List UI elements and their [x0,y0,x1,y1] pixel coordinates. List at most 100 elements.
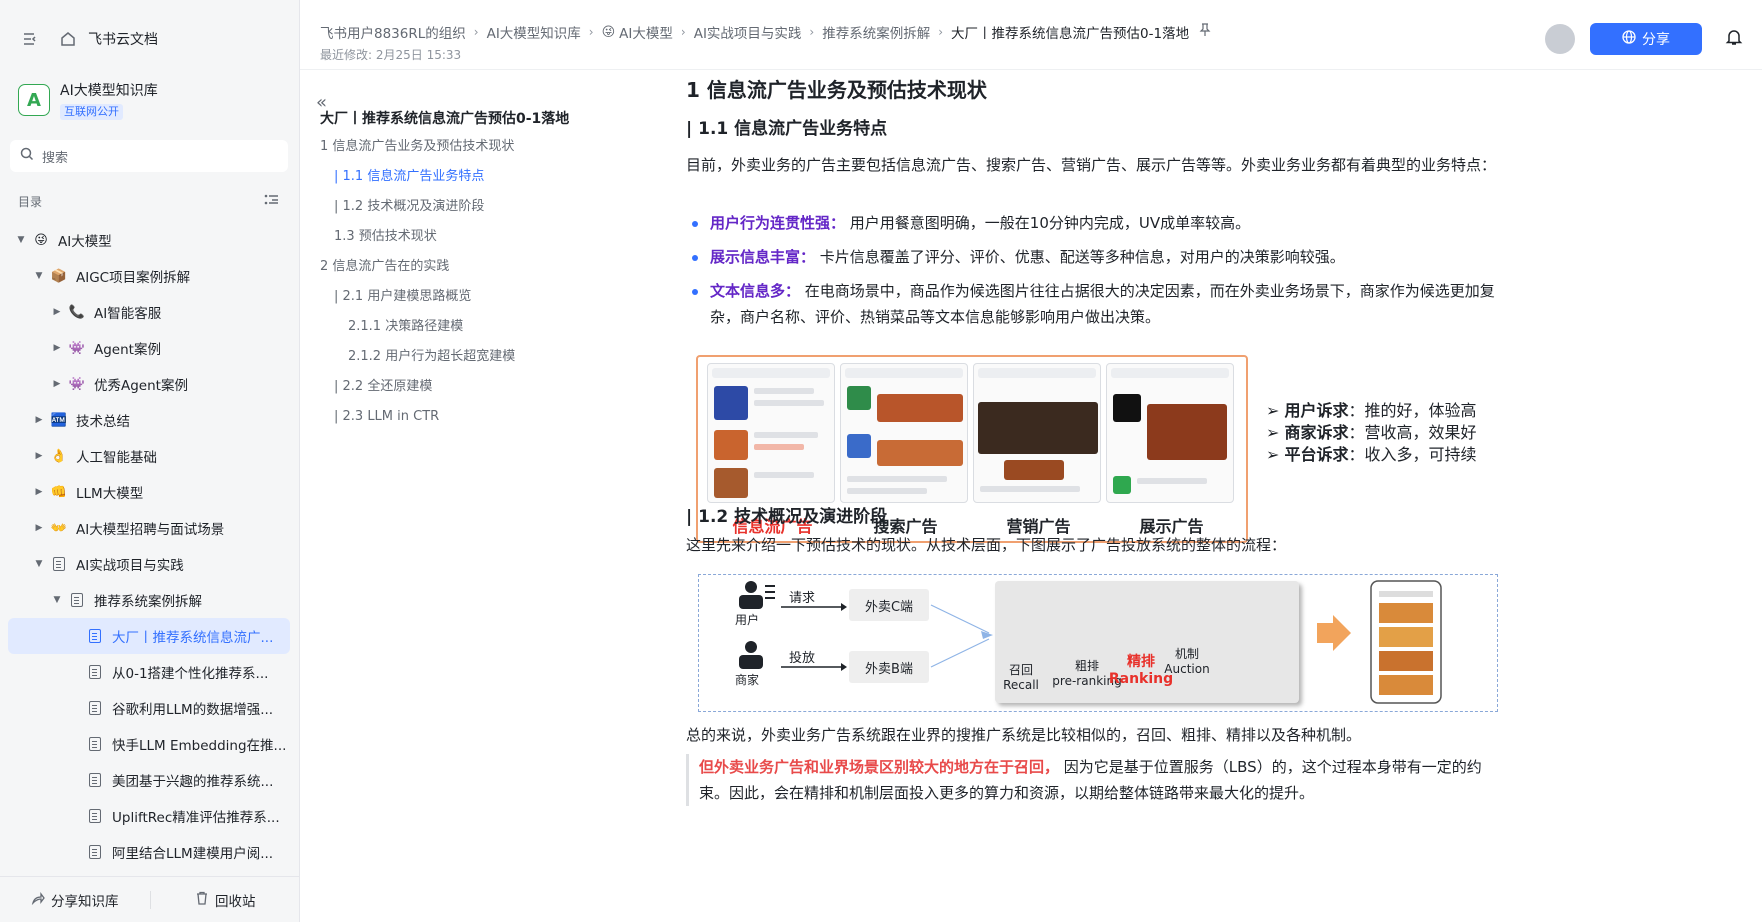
caret-right-icon[interactable]: ▶ [50,379,64,389]
caret-right-icon[interactable]: ▶ [32,451,46,461]
outline-item[interactable]: 2 信息流广告在的实践 [320,252,515,282]
sidebar-tree-item[interactable]: ▶ 👊 LLM大模型 [8,474,290,510]
home-icon[interactable] [58,29,78,49]
caret-right-icon[interactable]: ▶ [50,343,64,353]
notification-bell-icon[interactable] [1725,28,1743,50]
document-icon [86,699,104,717]
breadcrumb-item[interactable]: AI大模型知识库 [487,22,581,42]
emoji-icon: 👐 [50,520,68,536]
claim-text: ：推的好，体验高 [1348,401,1477,420]
collapse-sidebar-icon[interactable] [20,29,40,49]
sidebar-tree-item[interactable]: 美团基于兴趣的推荐系统... [8,762,290,798]
sidebar-bottom-bar: 分享知识库 回收站 [0,876,300,922]
sidebar-tree-item[interactable]: ▶ 👾 Agent案例 [8,330,290,366]
outline-item[interactable]: 2.1.1 决策路径建模 [320,312,515,342]
bullet-label: 用户行为连贯性强： [710,214,846,232]
breadcrumb: 飞书用户8836RL的组织 › AI大模型知识库 › 😜 AI大模型 › AI实… [320,22,1211,42]
outline-item[interactable]: | 1.2 技术概况及演进阶段 [320,192,515,222]
phone-mockup-feed [706,363,835,503]
outline-title[interactable]: 大厂丨推荐系统信息流广告预估0-1落地 [320,108,569,128]
phone-mockup-marketing [972,363,1101,503]
heading-1: 1 信息流广告业务及预估技术现状 [686,78,987,102]
avatar[interactable] [1545,24,1575,54]
bullet-text: 在电商场景中，商品作为候选图片往往占据很大的决定因素，而在外卖业务场景下，商家作… [710,282,1495,326]
caret-down-icon[interactable]: ▼ [32,559,46,569]
breadcrumb-item[interactable]: 推荐系统案例拆解 [822,22,930,42]
caret-right-icon[interactable]: ▶ [50,307,64,317]
doc-header: 飞书用户8836RL的组织 › AI大模型知识库 › 😜 AI大模型 › AI实… [300,0,1762,70]
trash-icon [195,891,209,909]
sidebar-tree-item[interactable]: ▶ 🏧 技术总结 [8,402,290,438]
ad-screenshot: 展示广告 [1105,363,1238,539]
arrow-bullet-icon: ➢ [1266,423,1285,442]
claim-label: 商家诉求 [1284,423,1349,442]
sidebar-tree-item[interactable]: ▼ AI实战项目与实践 [8,546,290,582]
sidebar-tree-label: 人工智能基础 [76,450,157,466]
outline-item[interactable]: | 2.1 用户建模思路概览 [320,282,515,312]
sidebar-tree-item[interactable]: 从0-1搭建个性化推荐系... [8,654,290,690]
sidebar-tree-label: AI智能客服 [94,306,162,322]
recycle-bin-button[interactable]: 回收站 [151,890,301,910]
kb-name: AI大模型知识库 [60,83,158,99]
sidebar-tree-label: LLM大模型 [76,486,144,502]
sidebar-tree-item[interactable]: ▼ 😜 AI大模型 [8,222,290,258]
doc-outline: « 大厂丨推荐系统信息流广告预估0-1落地 1 信息流广告业务及预估技术现状 | … [300,70,660,922]
caret-down-icon[interactable]: ▼ [50,595,64,605]
app-name[interactable]: 飞书云文档 [88,29,158,49]
outline-item[interactable]: | 1.1 信息流广告业务特点 [320,162,515,192]
outline-item[interactable]: 1 信息流广告业务及预估技术现状 [320,132,515,162]
breadcrumb-item[interactable]: AI实战项目与实践 [694,22,802,42]
breadcrumb-item[interactable]: AI大模型 [619,22,673,42]
document-icon [86,663,104,681]
emoji-icon: 😜 [34,232,48,248]
emoji-icon: 👾 [68,376,86,392]
sidebar-search[interactable]: 搜索 [10,140,288,172]
emoji-icon: 👌 [50,448,68,464]
sidebar-tree-label: 推荐系统案例拆解 [94,594,202,610]
caret-right-icon[interactable]: ▶ [32,523,46,533]
sidebar-tree-item[interactable]: UpliftRec精准评估推荐系... [8,798,290,834]
pin-icon[interactable] [1199,23,1211,41]
sidebar-tree-item[interactable]: ▼ 推荐系统案例拆解 [8,582,290,618]
recall-label: 召回 Recall [1003,663,1039,692]
sidebar-tree-label: UpliftRec精准评估推荐系... [112,810,280,826]
sidebar-tree-item[interactable]: 大厂丨推荐系统信息流广... [8,618,290,654]
sidebar-tree-label: AI实战项目与实践 [76,558,184,574]
doc-content: 1 信息流广告业务及预估技术现状 | 1.1 信息流广告业务特点 目前，外卖业务… [686,70,1506,922]
search-icon [20,147,34,165]
bullet-text: 卡片信息覆盖了评分、评价、优惠、配送等多种信息，对用户的决策影响较强。 [815,248,1345,266]
document-icon [86,735,104,753]
caret-right-icon[interactable]: ▶ [32,415,46,425]
stakeholder-claims: ➢ 用户诉求：推的好，体验高 ➢ 商家诉求：营收高，效果好 ➢ 平台诉求：收入多，可… [1266,400,1477,466]
breadcrumb-item[interactable]: 飞书用户8836RL的组织 [320,22,466,42]
heading-1-1: | 1.1 信息流广告业务特点 [686,119,888,139]
sidebar-tree-item[interactable]: ▶ 📞 AI智能客服 [8,294,290,330]
tree-options-icon[interactable] [264,193,280,210]
share-kb-button[interactable]: 分享知识库 [0,890,150,910]
outline-item[interactable]: 2.1.2 用户行为超长超宽建模 [320,342,515,372]
sidebar-tree-item[interactable]: ▼ 📦 AIGC项目案例拆解 [8,258,290,294]
outline-item[interactable]: | 2.2 全还原建模 [320,372,515,402]
share-button[interactable]: 分享 [1590,23,1702,55]
phone-mockup-search [839,363,968,503]
b-end-box: 外卖B端 [849,651,929,683]
kb-logo: A [18,84,50,116]
claim-text: ：营收高，效果好 [1348,423,1477,442]
sidebar-tree-item[interactable]: ▶ 👐 AI大模型招聘与面试场景 [8,510,290,546]
sidebar-tree-item[interactable]: 快手LLM Embedding在推... [8,726,290,762]
caret-right-icon[interactable]: ▶ [32,487,46,497]
share-icon [31,891,45,909]
caret-down-icon[interactable]: ▼ [32,271,46,281]
sidebar-tree-label: AIGC项目案例拆解 [76,270,191,286]
outline-item[interactable]: 1.3 预估技术现状 [320,222,515,252]
caret-down-icon[interactable]: ▼ [14,235,28,245]
sidebar-tree-item[interactable]: ▶ 👾 优秀Agent案例 [8,366,290,402]
sidebar-tree-label: 优秀Agent案例 [94,378,188,394]
document-icon [86,843,104,861]
emoji-icon: 🏧 [50,412,68,428]
sidebar-tree-item[interactable]: 阿里结合LLM建模用户阅... [8,834,290,870]
sidebar-tree-item[interactable]: ▶ 👌 人工智能基础 [8,438,290,474]
knowledge-base-header[interactable]: A AI大模型知识库 互联网公开 [18,80,158,120]
sidebar-tree-item[interactable]: 谷歌利用LLM的数据增强... [8,690,290,726]
outline-item[interactable]: | 2.3 LLM in CTR [320,402,515,432]
